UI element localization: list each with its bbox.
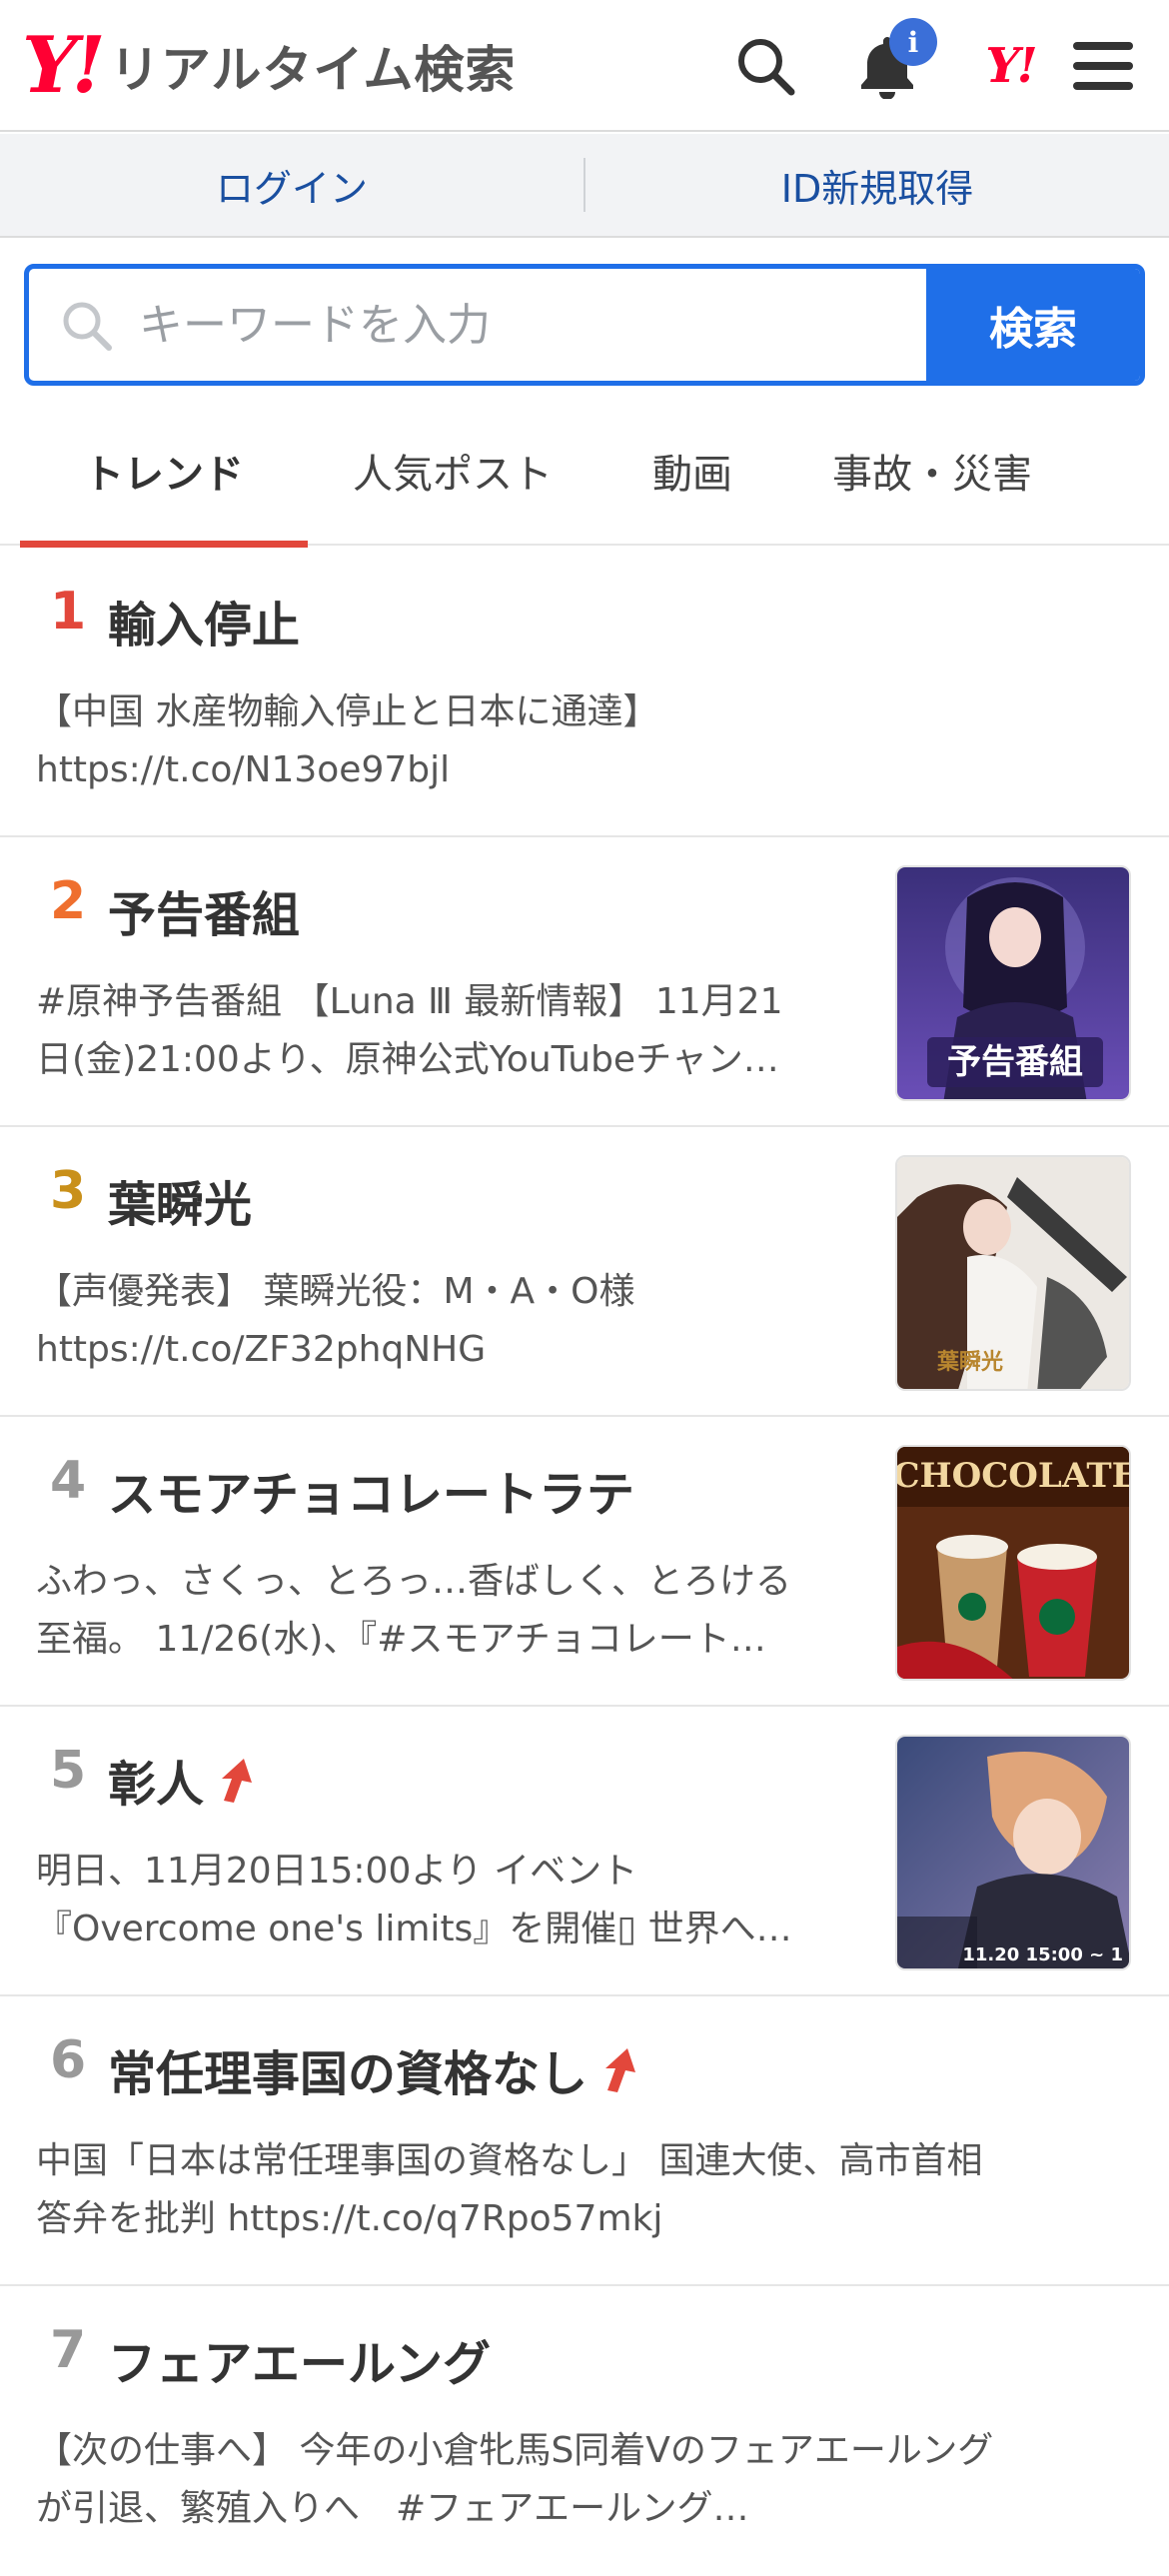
menu-icon[interactable] — [1065, 28, 1141, 104]
trend-description: 中国「日本は常任理事国の資格なし」 国連大使、高市首相 答弁を批判 https:… — [36, 2132, 1135, 2248]
rising-arrow-icon — [597, 2044, 641, 2094]
trend-rank: 4 — [50, 1451, 87, 1511]
trend-rank: 2 — [50, 871, 87, 931]
trend-title: 輸入停止 — [108, 586, 300, 655]
search-field — [29, 269, 926, 381]
svg-text:CHOCOLATE: CHOCOLATE — [897, 1456, 1131, 1496]
trend-item[interactable]: 6 常任理事国の資格なし 中国「日本は常任理事国の資格なし」 国連大使、高市首相… — [0, 1996, 1169, 2286]
tab-trend[interactable]: トレンド — [20, 396, 308, 548]
trend-title: 彰人 — [108, 1745, 258, 1815]
trend-desc-line: 中国「日本は常任理事国の資格なし」 国連大使、高市首相 — [36, 2140, 983, 2181]
app-header: Y! リアルタイム検索 i Y! — [0, 0, 1169, 132]
trend-desc-line: https://t.co/ZF32phqNHG — [36, 1329, 487, 1370]
search-button[interactable]: 検索 — [926, 269, 1140, 381]
trend-desc-line: 日(金)21:00より、原神公式YouTubeチャン… — [36, 1039, 779, 1080]
trend-thumbnail[interactable]: 11.20 15:00 ~ 1 — [895, 1735, 1131, 1970]
trend-title: 予告番組 — [108, 875, 300, 945]
rising-arrow-icon — [214, 1755, 258, 1805]
signup-link[interactable]: ID新規取得 — [585, 158, 1169, 213]
trend-rank: 6 — [50, 2030, 87, 2090]
trend-item[interactable]: 5 彰人 明日、11月20日15:00より イベント 『Overcome one… — [0, 1707, 1169, 1996]
trend-description: 【次の仕事へ】 今年の小倉牝馬S同着Vのフェアエールング が引退、繁殖入りへ #… — [36, 2422, 1135, 2538]
trend-title-text: 彰人 — [108, 1757, 205, 1813]
trend-title: 常任理事国の資格なし — [108, 2034, 641, 2104]
auth-bar: ログイン ID新規取得 — [0, 134, 1169, 238]
trend-title: フェアエールング — [108, 2324, 491, 2394]
trend-title-text: 常任理事国の資格なし — [108, 2046, 588, 2102]
trend-title-text: 輸入停止 — [108, 598, 301, 653]
trend-title: スモアチョコレートラテ — [108, 1455, 634, 1525]
trend-description: #原神予告番組 【Luna Ⅲ 最新情報】 11月21 日(金)21:00より、… — [36, 973, 855, 1089]
trend-title-text: フェアエールング — [108, 2336, 492, 2392]
trend-desc-line: ふわっ、さくっ、とろっ…香ばしく、とろける — [36, 1561, 792, 1602]
trend-title-text: スモアチョコレートラテ — [108, 1467, 635, 1523]
svg-text:葉瞬光: 葉瞬光 — [936, 1350, 1003, 1375]
trend-thumbnail[interactable]: CHOCOLATE — [895, 1445, 1131, 1681]
trend-desc-line: 答弁を批判 https://t.co/q7Rpo57mkj — [36, 2198, 663, 2239]
trend-description: ふわっ、さくっ、とろっ…香ばしく、とろける 至福。 11/26(水)、『#スモア… — [36, 1553, 855, 1669]
trend-desc-line: #原神予告番組 【Luna Ⅲ 最新情報】 11月21 — [36, 981, 783, 1022]
trend-thumbnail[interactable]: 予告番組 — [895, 865, 1131, 1101]
trend-title-text: 葉瞬光 — [108, 1177, 253, 1233]
trend-rank: 7 — [50, 2320, 87, 2380]
trend-description: 明日、11月20日15:00より イベント 『Overcome one's li… — [36, 1843, 855, 1958]
tab-accidents-disasters[interactable]: 事故・災害 — [787, 396, 1077, 546]
tab-popular-posts[interactable]: 人気ポスト — [308, 396, 597, 546]
trend-desc-line: 【声優発表】 葉瞬光役：M・A・O様 — [36, 1271, 635, 1312]
trend-title: 葉瞬光 — [108, 1165, 252, 1235]
search-form: 検索 — [24, 264, 1145, 386]
trend-item[interactable]: 3 葉瞬光 【声優発表】 葉瞬光役：M・A・O様 https://t.co/ZF… — [0, 1127, 1169, 1417]
yahoo-realtime-logo[interactable]: Y! リアルタイム検索 — [22, 26, 516, 106]
trend-description: 【声優発表】 葉瞬光役：M・A・O様 https://t.co/ZF32phqN… — [36, 1263, 855, 1379]
trend-description: 【中国 水産物輸入停止と日本に通達】 https://t.co/N13oe97b… — [36, 683, 1135, 799]
yahoo-home-icon[interactable]: Y! — [965, 28, 1055, 104]
trend-rank: 5 — [50, 1741, 87, 1801]
trend-desc-line: 明日、11月20日15:00より イベント — [36, 1851, 638, 1892]
search-icon[interactable] — [727, 28, 803, 104]
login-link[interactable]: ログイン — [0, 158, 584, 213]
trend-desc-line: https://t.co/N13oe97bjl — [36, 749, 451, 790]
trend-item[interactable]: 2 予告番組 #原神予告番組 【Luna Ⅲ 最新情報】 11月21 日(金)2… — [0, 837, 1169, 1127]
trend-thumbnail[interactable]: 葉瞬光 — [895, 1155, 1131, 1391]
trend-desc-line: 『Overcome one's limits』を開催▯ 世界へ… — [36, 1909, 792, 1949]
trend-desc-line: 至福。 11/26(水)、『#スモアチョコレート… — [36, 1619, 766, 1660]
yahoo-small-logo: Y! — [985, 38, 1037, 94]
search-input[interactable] — [139, 299, 838, 351]
trend-desc-line: 【次の仕事へ】 今年の小倉牝馬S同着Vのフェアエールング — [36, 2430, 994, 2471]
category-tabs: トレンド 人気ポスト 動画 事故・災害 — [0, 396, 1169, 548]
search-field-icon — [63, 302, 112, 351]
trend-desc-line: 【中国 水産物輸入停止と日本に通達】 — [36, 691, 659, 732]
svg-text:予告番組: 予告番組 — [947, 1042, 1083, 1082]
tab-videos[interactable]: 動画 — [597, 396, 787, 546]
trend-rank: 3 — [50, 1161, 87, 1221]
trend-rank: 1 — [50, 582, 87, 642]
yahoo-logo-mark: Y! — [22, 20, 106, 111]
logo-text: リアルタイム検索 — [109, 41, 517, 99]
trend-title-text: 予告番組 — [108, 887, 301, 943]
svg-text:11.20 15:00 ~ 1: 11.20 15:00 ~ 1 — [962, 1944, 1123, 1965]
trend-item[interactable]: 4 スモアチョコレートラテ ふわっ、さくっ、とろっ…香ばしく、とろける 至福。 … — [0, 1417, 1169, 1707]
trend-list: 1 輸入停止 【中国 水産物輸入停止と日本に通達】 https://t.co/N… — [0, 548, 1169, 2576]
trend-desc-line: が引退、繁殖入りへ #フェアエールング… — [36, 2488, 749, 2529]
notification-button[interactable]: i — [849, 18, 937, 104]
trend-item[interactable]: 1 輸入停止 【中国 水産物輸入停止と日本に通達】 https://t.co/N… — [0, 548, 1169, 837]
notification-badge: i — [889, 18, 937, 66]
trend-item[interactable]: 7 フェアエールング 【次の仕事へ】 今年の小倉牝馬S同着Vのフェアエールング … — [0, 2286, 1169, 2576]
